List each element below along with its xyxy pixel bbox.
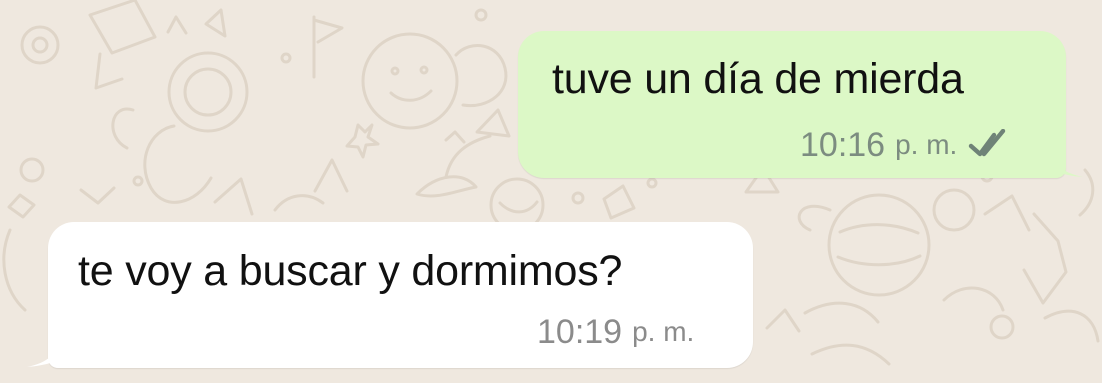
message-time-number: 10:19 xyxy=(537,313,623,351)
outgoing-bubble-tail xyxy=(1044,144,1083,177)
message-time-suffix: p. m. xyxy=(632,316,695,347)
message-time-number: 10:16 xyxy=(800,126,886,164)
incoming-message-bubble[interactable]: te voy a buscar y dormimos? 10:19 p. m. xyxy=(48,222,753,368)
message-time: 10:16 p. m. xyxy=(800,126,1011,164)
incoming-bubble-tail xyxy=(27,334,66,367)
message-text: tuve un día de mierda xyxy=(552,55,964,103)
read-check-icon xyxy=(969,129,1006,157)
message-time: 10:19 p. m. xyxy=(537,313,695,351)
message-time-suffix: p. m. xyxy=(895,129,958,160)
chat-conversation: tuve un día de mierda 10:16 p. m. te voy… xyxy=(0,0,1102,383)
message-text: te voy a buscar y dormimos? xyxy=(78,247,623,295)
outgoing-message-bubble[interactable]: tuve un día de mierda 10:16 p. m. xyxy=(518,31,1066,178)
